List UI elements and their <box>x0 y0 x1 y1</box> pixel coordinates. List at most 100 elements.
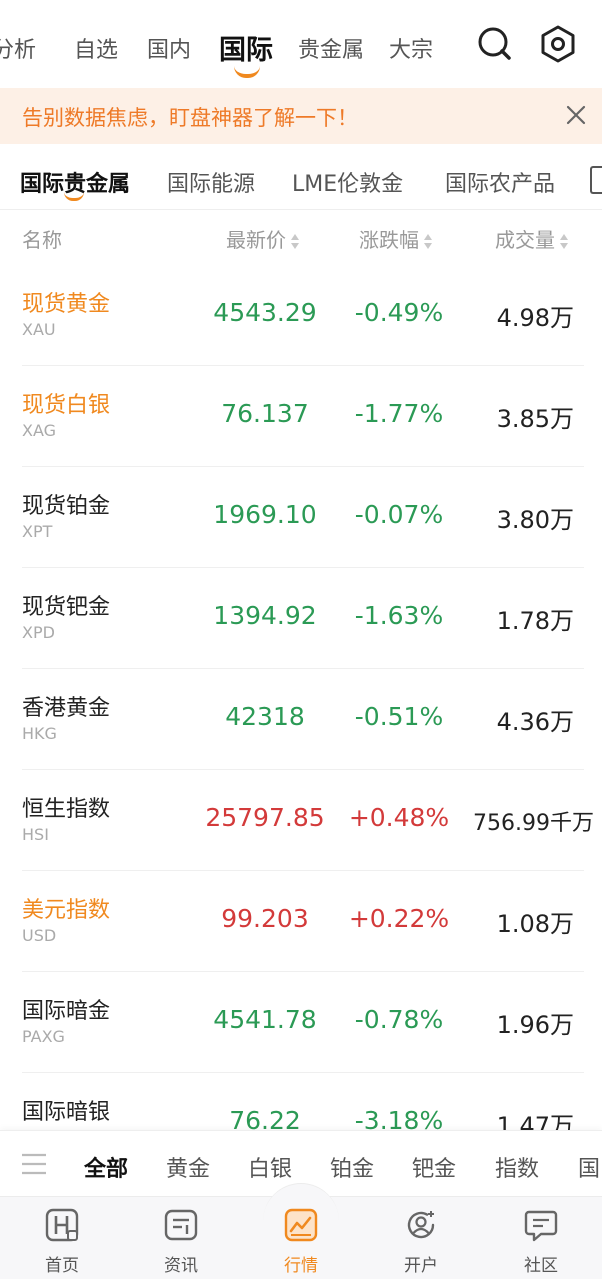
tab-international[interactable]: 国际 <box>219 28 273 67</box>
quote-name: 现货白银 <box>22 393 111 418</box>
quote-volume: 3.80万 <box>496 506 574 534</box>
quote-change: -3.18% <box>354 1106 444 1130</box>
quote-code: USD <box>22 926 57 945</box>
quote-volume: 4.98万 <box>496 304 574 332</box>
quote-code: XPD <box>22 623 55 642</box>
quote-row[interactable]: 现货铂金 XPT 1969.10 -0.07% 3.80万 <box>0 466 602 568</box>
sort-icon <box>423 233 433 251</box>
quote-price: 76.22 <box>229 1106 301 1130</box>
quote-code: XAG <box>22 421 57 440</box>
quote-change: -1.77% <box>354 399 444 428</box>
nav-home-label: 首页 <box>45 1256 79 1276</box>
tab-precious-metals[interactable]: 贵金属 <box>298 32 364 64</box>
quote-name: 现货钯金 <box>22 595 111 620</box>
quote-change: +0.22% <box>348 904 450 933</box>
search-icon[interactable] <box>475 24 515 64</box>
column-volume-sort[interactable]: 成交量 <box>495 224 569 253</box>
tab-watchlist[interactable]: 自选 <box>74 32 118 64</box>
quote-name: 现货铂金 <box>22 494 111 519</box>
quote-volume: 1.08万 <box>496 910 574 938</box>
tab-analysis[interactable]: 分析 <box>0 32 36 64</box>
filter-platinum[interactable]: 铂金 <box>330 1151 374 1183</box>
filter-silver[interactable]: 白银 <box>248 1151 292 1183</box>
nav-market[interactable]: 行情 <box>241 1183 361 1279</box>
nav-home[interactable]: 首页 <box>2 1197 122 1279</box>
filter-all[interactable]: 全部 <box>84 1151 128 1183</box>
quote-price: 25797.85 <box>205 803 325 832</box>
tab-commodities[interactable]: 大宗 <box>389 32 433 64</box>
banner-text[interactable]: 告别数据焦虑，盯盘神器了解一下！ <box>22 102 358 132</box>
bottom-nav: 首页 资讯 行情 开户 社区 <box>0 1183 602 1279</box>
nav-community-label: 社区 <box>524 1256 558 1276</box>
quote-row[interactable]: 现货钯金 XPD 1394.92 -1.63% 1.78万 <box>0 567 602 669</box>
quote-change: -0.49% <box>354 298 444 327</box>
top-nav: 分析 自选 国内 国际 贵金属 大宗 <box>0 0 602 88</box>
quote-code: XPT <box>22 522 53 541</box>
nav-open-account[interactable]: 开户 <box>361 1197 481 1279</box>
quote-name: 香港黄金 <box>22 696 111 721</box>
table-header: 名称 最新价 涨跌幅 成交量 <box>0 210 602 264</box>
more-subtabs-icon[interactable] <box>590 166 602 194</box>
column-price-label: 最新价 <box>226 228 286 252</box>
column-name: 名称 <box>22 228 62 252</box>
quote-list: 现货黄金 XAU 4543.29 -0.49% 4.98万 现货白银 XAG 7… <box>0 264 602 1130</box>
quote-volume: 3.85万 <box>496 405 574 433</box>
filter-index[interactable]: 指数 <box>495 1151 539 1183</box>
quote-change: -0.07% <box>354 500 444 529</box>
sort-icon <box>290 233 300 251</box>
quote-row[interactable]: 恒生指数 HSI 25797.85 +0.48% 756.99千万 <box>0 769 602 871</box>
quote-name: 国际暗银 <box>22 1100 111 1125</box>
column-change-sort[interactable]: 涨跌幅 <box>359 224 433 253</box>
quote-row[interactable]: 香港黄金 HKG 42318 -0.51% 4.36万 <box>0 668 602 770</box>
quote-name: 恒生指数 <box>22 797 111 822</box>
filter-gold[interactable]: 黄金 <box>166 1151 210 1183</box>
quote-price: 1969.10 <box>213 500 317 529</box>
subtab-lme[interactable]: LME伦敦金 <box>292 166 403 198</box>
sort-icon <box>559 233 569 251</box>
nav-news[interactable]: 资讯 <box>121 1197 241 1279</box>
quote-price: 1394.92 <box>213 601 317 630</box>
close-icon[interactable] <box>562 101 590 129</box>
nav-open-account-label: 开户 <box>404 1256 438 1276</box>
quote-volume: 756.99千万 <box>473 811 594 836</box>
quote-row[interactable]: 国际暗银 76.22 -3.18% 1.47万 <box>0 1072 602 1130</box>
quote-change: -0.78% <box>354 1005 444 1034</box>
column-volume-label: 成交量 <box>495 228 555 252</box>
filter-palladium[interactable]: 钯金 <box>412 1151 456 1183</box>
quote-row[interactable]: 美元指数 USD 99.203 +0.22% 1.08万 <box>0 870 602 972</box>
quote-change: -1.63% <box>354 601 444 630</box>
quote-row[interactable]: 现货白银 XAG 76.137 -1.77% 3.85万 <box>0 365 602 467</box>
filter-more[interactable]: 国 <box>578 1151 600 1183</box>
nav-market-label: 行情 <box>284 1256 318 1276</box>
quote-price: 42318 <box>225 702 305 731</box>
quote-name: 国际暗金 <box>22 999 111 1024</box>
quote-price: 4543.29 <box>213 298 317 327</box>
quote-code: HKG <box>22 724 57 743</box>
column-price-sort[interactable]: 最新价 <box>226 224 300 253</box>
nav-community[interactable]: 社区 <box>481 1197 601 1279</box>
quote-price: 99.203 <box>221 904 309 933</box>
quote-change: -0.51% <box>354 702 444 731</box>
promo-banner[interactable]: 告别数据焦虑，盯盘神器了解一下！ <box>0 88 602 144</box>
quote-volume: 4.36万 <box>496 708 574 736</box>
quote-code: PAXG <box>22 1027 65 1046</box>
quote-row[interactable]: 现货黄金 XAU 4543.29 -0.49% 4.98万 <box>0 264 602 366</box>
quote-change: +0.48% <box>348 803 450 832</box>
subtab-intl-agriculture[interactable]: 国际农产品 <box>445 166 555 198</box>
tab-domestic[interactable]: 国内 <box>147 32 191 64</box>
sub-tabs: 国际贵金属 国际能源 LME伦敦金 国际农产品 <box>0 144 602 210</box>
quote-price: 76.137 <box>221 399 309 428</box>
active-tab-indicator <box>234 66 260 78</box>
quote-code: HSI <box>22 825 49 844</box>
quote-volume: 1.78万 <box>496 607 574 635</box>
settings-icon[interactable] <box>538 24 578 64</box>
quote-name: 现货黄金 <box>22 292 111 317</box>
active-subtab-indicator <box>64 192 84 201</box>
quote-code: XAU <box>22 320 56 339</box>
subtab-intl-energy[interactable]: 国际能源 <box>167 166 255 198</box>
quote-volume: 1.96万 <box>496 1011 574 1039</box>
quote-row[interactable]: 国际暗金 PAXG 4541.78 -0.78% 1.96万 <box>0 971 602 1073</box>
menu-icon[interactable] <box>20 1151 48 1177</box>
quote-name: 美元指数 <box>22 898 111 923</box>
quote-volume: 1.47万 <box>496 1112 574 1130</box>
